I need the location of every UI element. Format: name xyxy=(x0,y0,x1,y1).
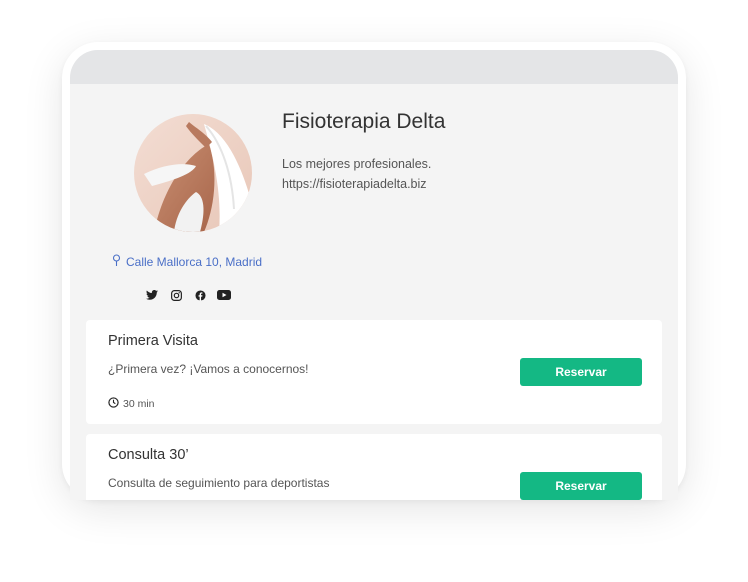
address-text: Calle Mallorca 10, Madrid xyxy=(126,254,263,269)
twitter-icon[interactable] xyxy=(145,288,159,302)
business-tagline: Los mejores profesionales. xyxy=(282,157,432,171)
browser-topbar xyxy=(70,50,678,84)
service-duration: 30 min xyxy=(108,397,155,411)
reserve-button[interactable]: Reservar xyxy=(520,472,642,500)
service-title: Primera Visita xyxy=(108,333,198,349)
business-description: Los mejores profesionales. https://fisio… xyxy=(282,154,431,194)
service-card: Primera Visita ¿Primera vez? ¡Vamos a co… xyxy=(86,320,662,424)
business-avatar xyxy=(134,114,252,232)
business-name: Fisioterapia Delta xyxy=(282,110,446,133)
social-links xyxy=(145,288,231,302)
business-address[interactable]: Calle Mallorca 10, Madrid xyxy=(112,254,262,269)
business-website-link[interactable]: https://fisioterapiadelta.biz xyxy=(282,174,431,194)
clock-icon xyxy=(108,397,119,411)
physiotherapy-photo xyxy=(134,114,252,232)
booking-page: Fisioterapia Delta Los mejores profesion… xyxy=(70,50,678,500)
facebook-icon[interactable] xyxy=(193,288,207,302)
service-description: ¿Primera vez? ¡Vamos a conocernos! xyxy=(108,362,309,376)
instagram-icon[interactable] xyxy=(169,288,183,302)
duration-text: 30 min xyxy=(123,398,155,410)
service-card: Consulta 30’ Consulta de seguimiento par… xyxy=(86,434,662,500)
reserve-button[interactable]: Reservar xyxy=(520,358,642,386)
service-description: Consulta de seguimiento para deportistas xyxy=(108,476,330,490)
location-pin-icon xyxy=(112,254,121,269)
service-title: Consulta 30’ xyxy=(108,447,189,463)
youtube-icon[interactable] xyxy=(217,288,231,302)
